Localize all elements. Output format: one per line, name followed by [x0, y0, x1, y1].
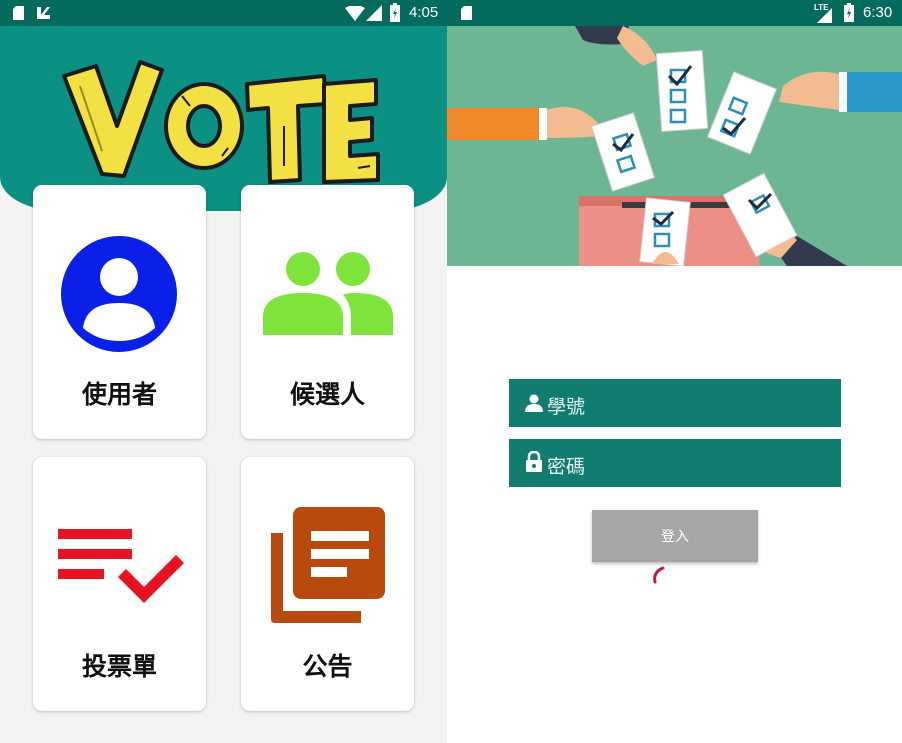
status-time: 6:30 [863, 4, 893, 21]
status-bar: LTE 6:30 [447, 0, 902, 26]
signal-icon [366, 5, 382, 21]
vote-logo [62, 60, 380, 184]
app-header [0, 26, 447, 211]
group-icon [263, 252, 393, 335]
sd-card-icon [13, 6, 24, 20]
ballot-card[interactable]: 投票單 [33, 457, 206, 711]
password-field[interactable]: 密碼 [509, 439, 841, 487]
wifi-icon [345, 6, 365, 21]
candidates-card[interactable]: 候選人 [241, 185, 414, 439]
signal-icon [817, 8, 832, 23]
announcements-card[interactable]: 公告 [241, 457, 414, 711]
battery-icon [844, 3, 854, 22]
student-id-field[interactable]: 學號 [509, 379, 841, 427]
battery-icon [390, 3, 400, 22]
status-time: 4:05 [409, 4, 439, 21]
student-id-placeholder: 學號 [547, 396, 586, 418]
users-card-label: 使用者 [81, 380, 157, 409]
voting-illustration [447, 26, 902, 266]
candidates-card-label: 候選人 [289, 380, 365, 409]
person-icon [525, 394, 543, 412]
ballot-card-label: 投票單 [81, 652, 157, 681]
checklist-icon [58, 529, 184, 603]
sd-card-icon [461, 6, 472, 20]
notification-icon [37, 7, 50, 19]
announcement-icon [271, 507, 385, 623]
login-screen: LTE 6:30 學號 密碼 登入 [447, 0, 902, 743]
password-placeholder: 密碼 [547, 456, 586, 478]
users-card[interactable]: 使用者 [33, 185, 206, 439]
login-button[interactable]: 登入 [592, 510, 758, 562]
lock-icon [526, 451, 542, 472]
user-icon [61, 236, 177, 352]
loading-spinner [653, 566, 665, 584]
announcements-card-label: 公告 [302, 652, 353, 681]
vote-home-screen: 4:05 使用者 候選人 投票單 公告 [0, 0, 447, 743]
status-bar: 4:05 [0, 0, 447, 26]
